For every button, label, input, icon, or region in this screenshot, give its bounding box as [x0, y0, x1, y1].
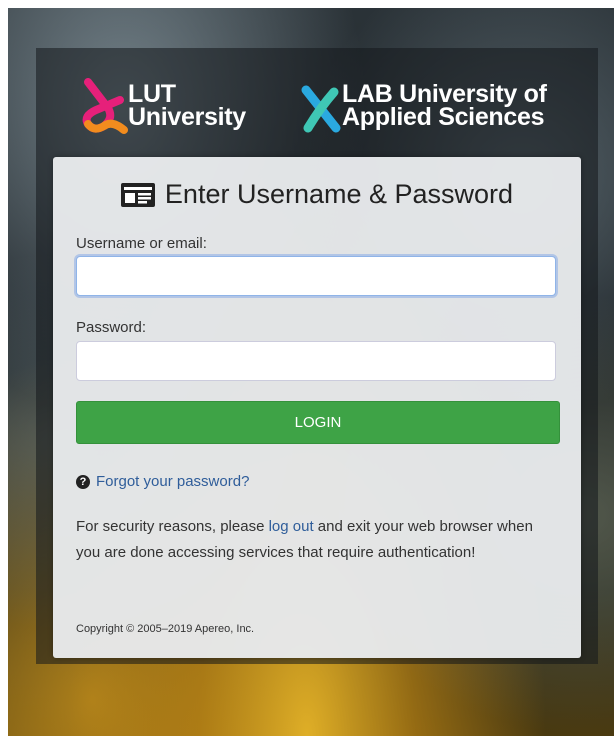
login-title: Enter Username & Password [53, 179, 581, 210]
lab-mark-icon [301, 85, 341, 133]
username-label: Username or email: [76, 235, 207, 252]
password-label: Password: [76, 319, 147, 336]
left-border [0, 0, 8, 736]
lab-university-logo: LAB University of Applied Sciences [300, 78, 547, 134]
lut-logo-line2: University [128, 103, 246, 131]
forgot-password-row: ? Forgot your password? [76, 473, 249, 490]
copyright-text: Copyright © 2005–2019 Apereo, Inc. [76, 623, 255, 635]
notice-text-before: For security reasons, please [76, 518, 269, 535]
lab-logo-line2: Applied Sciences [342, 103, 545, 131]
password-input[interactable] [76, 341, 556, 381]
id-card-icon [120, 182, 155, 207]
logo-bar: LUT University LAB University of Applied… [80, 78, 560, 140]
question-circle-icon: ? [76, 474, 90, 489]
login-button[interactable]: LOGIN [76, 401, 560, 444]
top-border [0, 0, 614, 8]
lut-mark-icon [82, 78, 128, 134]
forgot-password-link[interactable]: Forgot your password? [96, 473, 249, 490]
username-input[interactable] [76, 256, 556, 296]
lut-university-logo: LUT University [80, 78, 246, 134]
security-notice: For security reasons, please log out and… [76, 514, 546, 566]
login-title-text: Enter Username & Password [164, 179, 514, 209]
lut-logo-text: LUT University [128, 82, 246, 131]
lab-logo-text: LAB University of Applied Sciences [342, 82, 547, 131]
logout-link[interactable]: log out [269, 518, 314, 535]
login-panel: Enter Username & Password Username or em… [53, 157, 581, 658]
